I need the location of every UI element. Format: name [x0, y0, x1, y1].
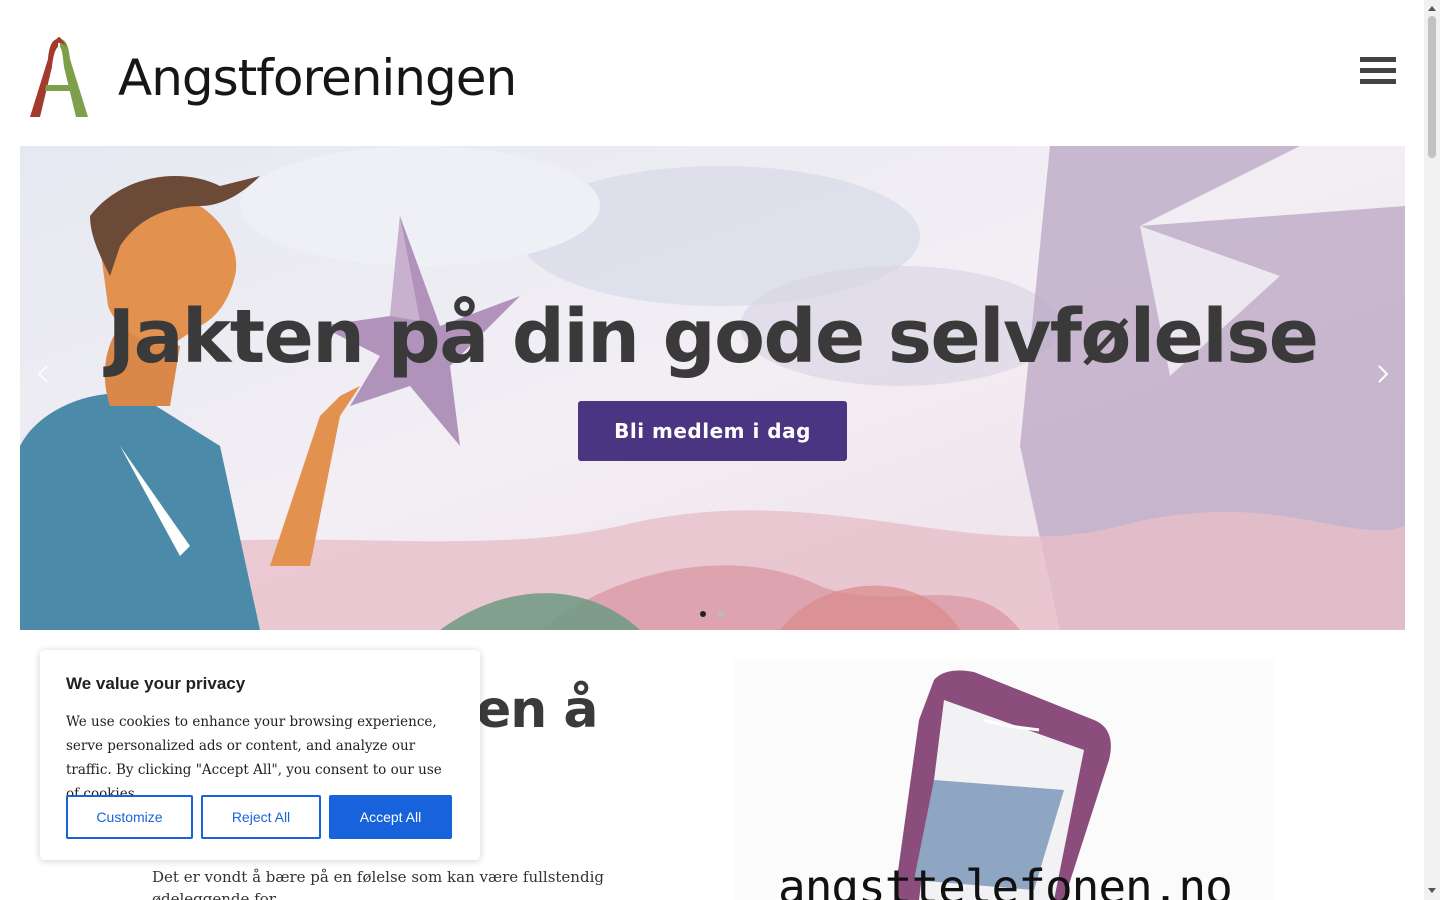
section-body-text: Det er vondt å bære på en følelse som ka…	[152, 868, 604, 900]
chevron-right-icon[interactable]	[1370, 362, 1394, 386]
slider-dot-2[interactable]	[718, 611, 724, 617]
cookie-buttons: Customize Reject All Accept All	[66, 795, 452, 839]
site-logo[interactable]: Angstforeningen	[28, 36, 548, 120]
become-member-button[interactable]: Bli medlem i dag	[578, 401, 847, 461]
slider-dot-1[interactable]	[700, 611, 706, 617]
page-scrollbar[interactable]	[1424, 0, 1440, 900]
scrollbar-thumb[interactable]	[1428, 16, 1436, 158]
cookie-consent-banner: We value your privacy We use cookies to …	[40, 650, 480, 860]
scroll-down-arrow-icon[interactable]	[1428, 888, 1436, 893]
angsttelefonen-card[interactable]: angsttelefonen.no	[734, 660, 1274, 900]
angsttelefonen-text: angsttelefonen.no	[778, 860, 1233, 900]
page: Angstforeningen Jakten på din gode selvf…	[0, 0, 1440, 900]
scroll-up-arrow-icon[interactable]	[1428, 6, 1436, 11]
site-header: Angstforeningen	[0, 0, 1424, 146]
logo-mark-icon	[30, 37, 88, 117]
hero-title: Jakten på din gode selvfølelse	[107, 294, 1319, 380]
hero-slider: Jakten på din gode selvfølelse Bli medle…	[20, 146, 1405, 630]
cookie-accept-all-button[interactable]: Accept All	[329, 795, 452, 839]
cookie-title: We value your privacy	[66, 674, 246, 693]
chevron-left-icon[interactable]	[32, 362, 56, 386]
cookie-message: We use cookies to enhance your browsing …	[66, 714, 442, 802]
logo-text: Angstforeningen	[118, 49, 517, 107]
cookie-customize-button[interactable]: Customize	[66, 795, 193, 839]
section-heading: en å	[476, 680, 598, 740]
hamburger-menu-icon[interactable]	[1360, 57, 1396, 89]
slider-dots	[700, 611, 724, 617]
cookie-reject-all-button[interactable]: Reject All	[201, 795, 321, 839]
hero-illustration	[20, 146, 1405, 630]
